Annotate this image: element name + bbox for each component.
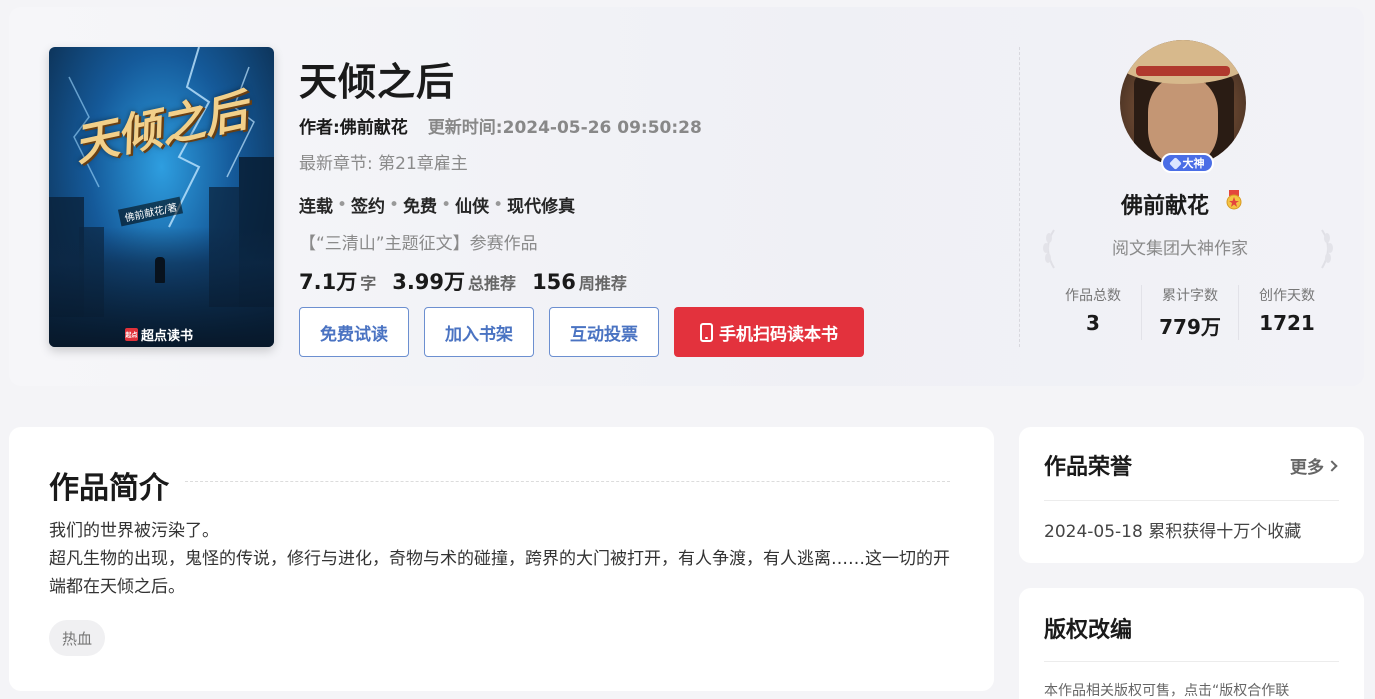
works-count-value: 3 (1086, 311, 1100, 335)
tag-subcategory[interactable]: 现代修真 (507, 192, 575, 217)
weekly-recommend-stat: 156 周推荐 (532, 270, 627, 294)
intro-line: 超凡生物的出现，鬼怪的传说，修行与进化，奇物与术的碰撞，跨界的大门被打开，有人争… (49, 549, 950, 597)
author-stats: 作品总数 3 累计字数 779万 创作天数 1721 (1045, 285, 1335, 340)
word-count-value: 7.1万 (299, 270, 358, 294)
badge-icon (1168, 156, 1182, 170)
scan-to-read-button[interactable]: 手机扫码读本书 (674, 307, 864, 357)
book-actions: 免费试读 加入书架 互动投票 手机扫码读本书 (299, 307, 864, 357)
cover-brand-text: 超点读书 (141, 329, 194, 344)
cover-figure (155, 257, 165, 283)
scan-to-read-label: 手机扫码读本书 (719, 324, 838, 344)
total-words-label: 累计字数 (1162, 288, 1218, 304)
weekly-recommend-unit: 周推荐 (578, 274, 627, 293)
weekly-recommend-value: 156 (532, 270, 576, 294)
honors-heading: 作品荣誉 (1044, 455, 1133, 480)
update-time: 更新时间:2024-05-26 09:50:28 (427, 118, 702, 138)
author-avatar[interactable] (1120, 40, 1246, 166)
vote-button[interactable]: 互动投票 (549, 307, 659, 357)
contest-label[interactable]: 【“三清山”主题征文】参赛作品 (299, 229, 538, 254)
intro-card: 作品简介 我们的世界被污染了。 超凡生物的出现，鬼怪的传说，修行与进化，奇物与术… (9, 427, 994, 691)
medal-icon (1226, 190, 1242, 210)
tag-category[interactable]: 仙侠 (455, 192, 489, 217)
honor-item: 2024-05-18 累积获得十万个收藏 (1044, 522, 1302, 542)
intro-text: 我们的世界被污染了。 超凡生物的出现，鬼怪的传说，修行与进化，奇物与术的碰撞，跨… (49, 517, 959, 601)
author-title: 阅文集团大神作家 (1112, 239, 1248, 259)
great-god-badge-label: 大神 (1182, 157, 1205, 170)
laurel-left-icon (1043, 229, 1055, 269)
free-read-button[interactable]: 免费试读 (299, 307, 409, 357)
writing-days-value: 1721 (1259, 311, 1315, 335)
book-title: 天倾之后 (299, 60, 456, 104)
latest-chapter-link[interactable]: 最新章节: 第21章雇主 (299, 149, 468, 174)
chevron-right-icon (1326, 459, 1338, 472)
author-writing-days: 创作天数 1721 (1238, 285, 1335, 340)
intro-heading: 作品简介 (49, 471, 169, 506)
great-god-badge: 大神 (1161, 153, 1214, 173)
honors-card: 作品荣誉 更多 2024-05-18 累积获得十万个收藏 (1019, 427, 1364, 563)
total-recommend-stat: 3.99万 总推荐 (392, 266, 516, 296)
tag-signed: 签约 (351, 197, 386, 217)
total-words-value: 779万 (1159, 315, 1221, 339)
brand-logo-icon: 起点 (125, 328, 138, 341)
author-works-count: 作品总数 3 (1045, 285, 1141, 340)
tag-separator: • (389, 194, 400, 215)
genre-chip[interactable]: 热血 (49, 620, 106, 656)
copyright-heading: 版权改编 (1044, 618, 1133, 643)
card-divider (1019, 47, 1020, 347)
word-count-stat: 7.1万字 (299, 266, 376, 296)
intro-line: 我们的世界被污染了。 (49, 521, 219, 541)
book-stats: 7.1万字 3.99万 总推荐 156 周推荐 (299, 266, 627, 296)
word-count-unit: 字 (360, 274, 377, 293)
cover-brand: 起点 超点读书 (125, 325, 193, 344)
honors-more-label: 更多 (1290, 458, 1324, 478)
author-name[interactable]: 佛前献花 (1121, 188, 1209, 220)
phone-icon (700, 322, 713, 342)
author-link[interactable]: 作者:佛前献花 (299, 113, 408, 138)
tag-status: 连载 (299, 197, 333, 217)
honors-divider (1044, 500, 1339, 501)
tag-free: 免费 (403, 197, 438, 217)
tag-separator: • (337, 194, 348, 215)
laurel-right-icon (1321, 229, 1333, 269)
honors-more-link[interactable]: 更多 (1290, 453, 1338, 478)
writing-days-label: 创作天数 (1259, 288, 1315, 304)
book-tags: 连载 • 签约 • 免费 • 仙侠 • 现代修真 (299, 192, 575, 218)
total-recommend-unit: 总推荐 (468, 274, 517, 293)
book-meta-row: 作者:佛前献花 更新时间:2024-05-26 09:50:28 (299, 113, 702, 138)
copyright-card: 版权改编 本作品相关版权可售，点击“版权合作联 (1019, 588, 1364, 699)
intro-heading-divider (185, 481, 950, 482)
add-to-shelf-button[interactable]: 加入书架 (424, 307, 534, 357)
book-cover-image[interactable]: 天倾之后 佛前献花/著 起点 超点读书 (49, 47, 274, 347)
copyright-text[interactable]: 本作品相关版权可售，点击“版权合作联 (1044, 680, 1344, 699)
works-count-label: 作品总数 (1065, 288, 1121, 304)
author-total-words: 累计字数 779万 (1141, 285, 1238, 340)
total-recommend-value: 3.99万 (392, 270, 466, 294)
tag-separator: • (493, 194, 504, 215)
copyright-divider (1044, 661, 1339, 662)
tag-separator: • (441, 194, 452, 215)
